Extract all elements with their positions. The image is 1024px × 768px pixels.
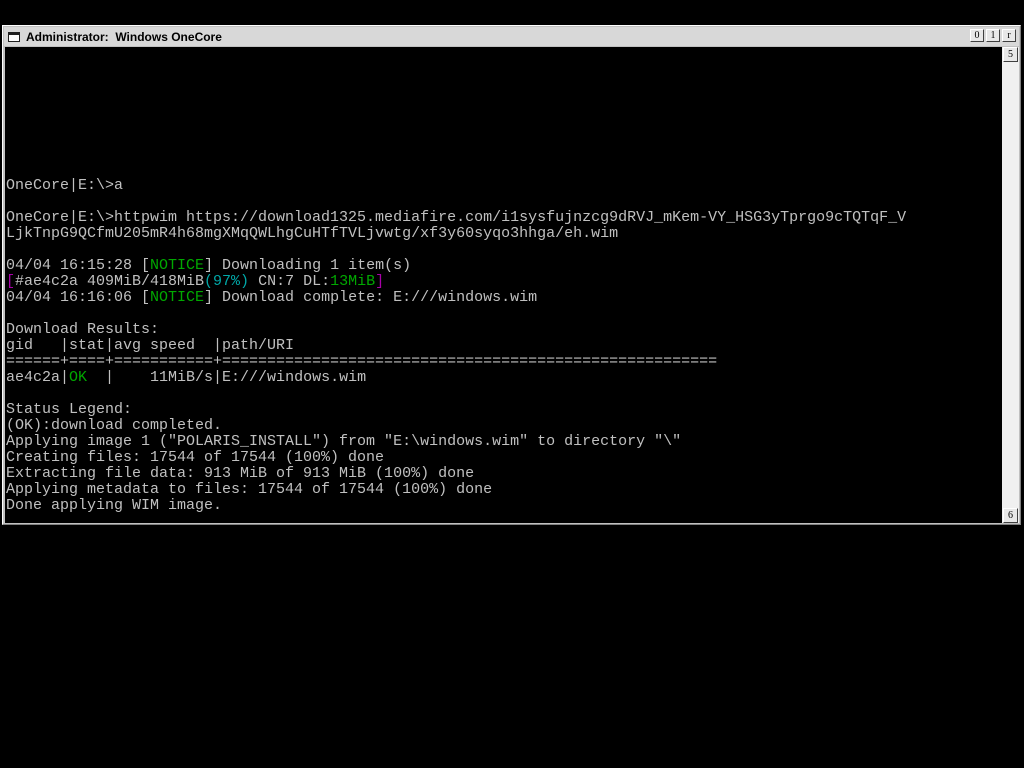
console-text-segment: gid |stat|avg speed |path/URI [6, 337, 295, 354]
console-text-segment: (OK):download completed. [6, 417, 223, 434]
console-text-segment: OK [69, 369, 88, 386]
console-line: (OK):download completed. [6, 418, 906, 434]
console-text-segment: NOTICE [150, 257, 205, 274]
console-text-segment: Applying metadata to files: 17544 of 175… [6, 481, 493, 498]
console-line: Done applying WIM image. [6, 498, 906, 514]
console-line: OneCore|E:\>httpwim https://download1325… [6, 210, 906, 226]
console-line: [#ae4c2a 409MiB/418MiB(97%) CN:7 DL:13Mi… [6, 274, 906, 290]
console-line: Status Legend: [6, 402, 906, 418]
console-text-segment: Applying image 1 ("POLARIS_INSTALL") fro… [6, 433, 682, 450]
title-bar[interactable]: Administrator: Windows OneCore 0 1 r [4, 27, 1019, 46]
console-text-segment: ] Download complete: E:///windows.wim [204, 289, 538, 306]
console-text-segment: 04/04 16:15:28 [ [6, 257, 151, 274]
console-output[interactable]: OneCore|E:\>a OneCore|E:\>httpwim https:/… [5, 47, 1002, 523]
scroll-up-button[interactable]: 5 [1003, 47, 1018, 62]
window-controls: 0 1 r [968, 29, 1016, 42]
console-text-segment: OneCore|E:\>httpwim https://download1325… [6, 209, 907, 226]
console-text-segment: 13MiB [330, 273, 376, 290]
console-text-segment: #ae4c2a 409MiB/418MiB [15, 273, 205, 290]
console-text-segment: ae4c2a| [6, 369, 70, 386]
console-text-segment: 04/04 16:16:06 [ [6, 289, 151, 306]
console-text-segment: Extracting file data: 913 MiB of 913 MiB… [6, 465, 475, 482]
console-text-segment: Download Results: [6, 321, 160, 338]
console-window-icon[interactable] [8, 31, 20, 42]
console-text-segment: LjkTnpG9QCfmU205mR4h68mgXMqQWLhgCuHTfTVL… [6, 225, 619, 242]
console-text-segment: Status Legend: [6, 401, 133, 418]
console-line: Applying image 1 ("POLARIS_INSTALL") fro… [6, 434, 906, 450]
console-text-segment: CN:7 DL: [249, 273, 331, 290]
console-line: Download Results: [6, 322, 906, 338]
close-button[interactable]: r [1002, 29, 1016, 42]
console-line: ae4c2a|OK | 11MiB/s|E:///windows.wim [6, 370, 906, 386]
console-line: Extracting file data: 913 MiB of 913 MiB… [6, 466, 906, 482]
console-line: ======+====+===========+================… [6, 354, 906, 370]
console-text-segment: ======+====+===========+================… [6, 353, 718, 370]
console-line: gid |stat|avg speed |path/URI [6, 338, 906, 354]
console-line: 04/04 16:16:06 [NOTICE] Download complet… [6, 290, 906, 306]
console-text-area: OneCore|E:\>a OneCore|E:\>httpwim https:/… [6, 178, 906, 523]
console-text-segment: NOTICE [150, 289, 205, 306]
minimize-button[interactable]: 0 [970, 29, 984, 42]
console-text-segment: [ [6, 273, 16, 290]
scroll-down-button[interactable]: 6 [1003, 508, 1018, 523]
console-line: OneCore|E:\>a [6, 178, 906, 194]
vertical-scrollbar[interactable]: 5 6 [1002, 47, 1019, 523]
maximize-button[interactable]: 1 [986, 29, 1000, 42]
console-line: Creating files: 17544 of 17544 (100%) do… [6, 450, 906, 466]
console-text-segment: Creating files: 17544 of 17544 (100%) do… [6, 449, 385, 466]
console-text-segment: Done applying WIM image. [6, 497, 223, 514]
console-line: 04/04 16:15:28 [NOTICE] Downloading 1 it… [6, 258, 906, 274]
console-text-segment: | 11MiB/s|E:///windows.wim [87, 369, 367, 386]
console-line: LjkTnpG9QCfmU205mR4h68mgXMqQWLhgCuHTfTVL… [6, 226, 906, 242]
window-title: Administrator: Windows OneCore [26, 29, 222, 44]
console-text-segment: OneCore|E:\>a [6, 177, 124, 194]
console-text-segment: ] Downloading 1 item(s) [204, 257, 412, 274]
console-window[interactable]: Administrator: Windows OneCore 0 1 r One… [2, 25, 1021, 525]
console-line: Applying metadata to files: 17544 of 175… [6, 482, 906, 498]
console-text-segment: (97%) [204, 273, 250, 290]
console-text-segment: ] [375, 273, 385, 290]
